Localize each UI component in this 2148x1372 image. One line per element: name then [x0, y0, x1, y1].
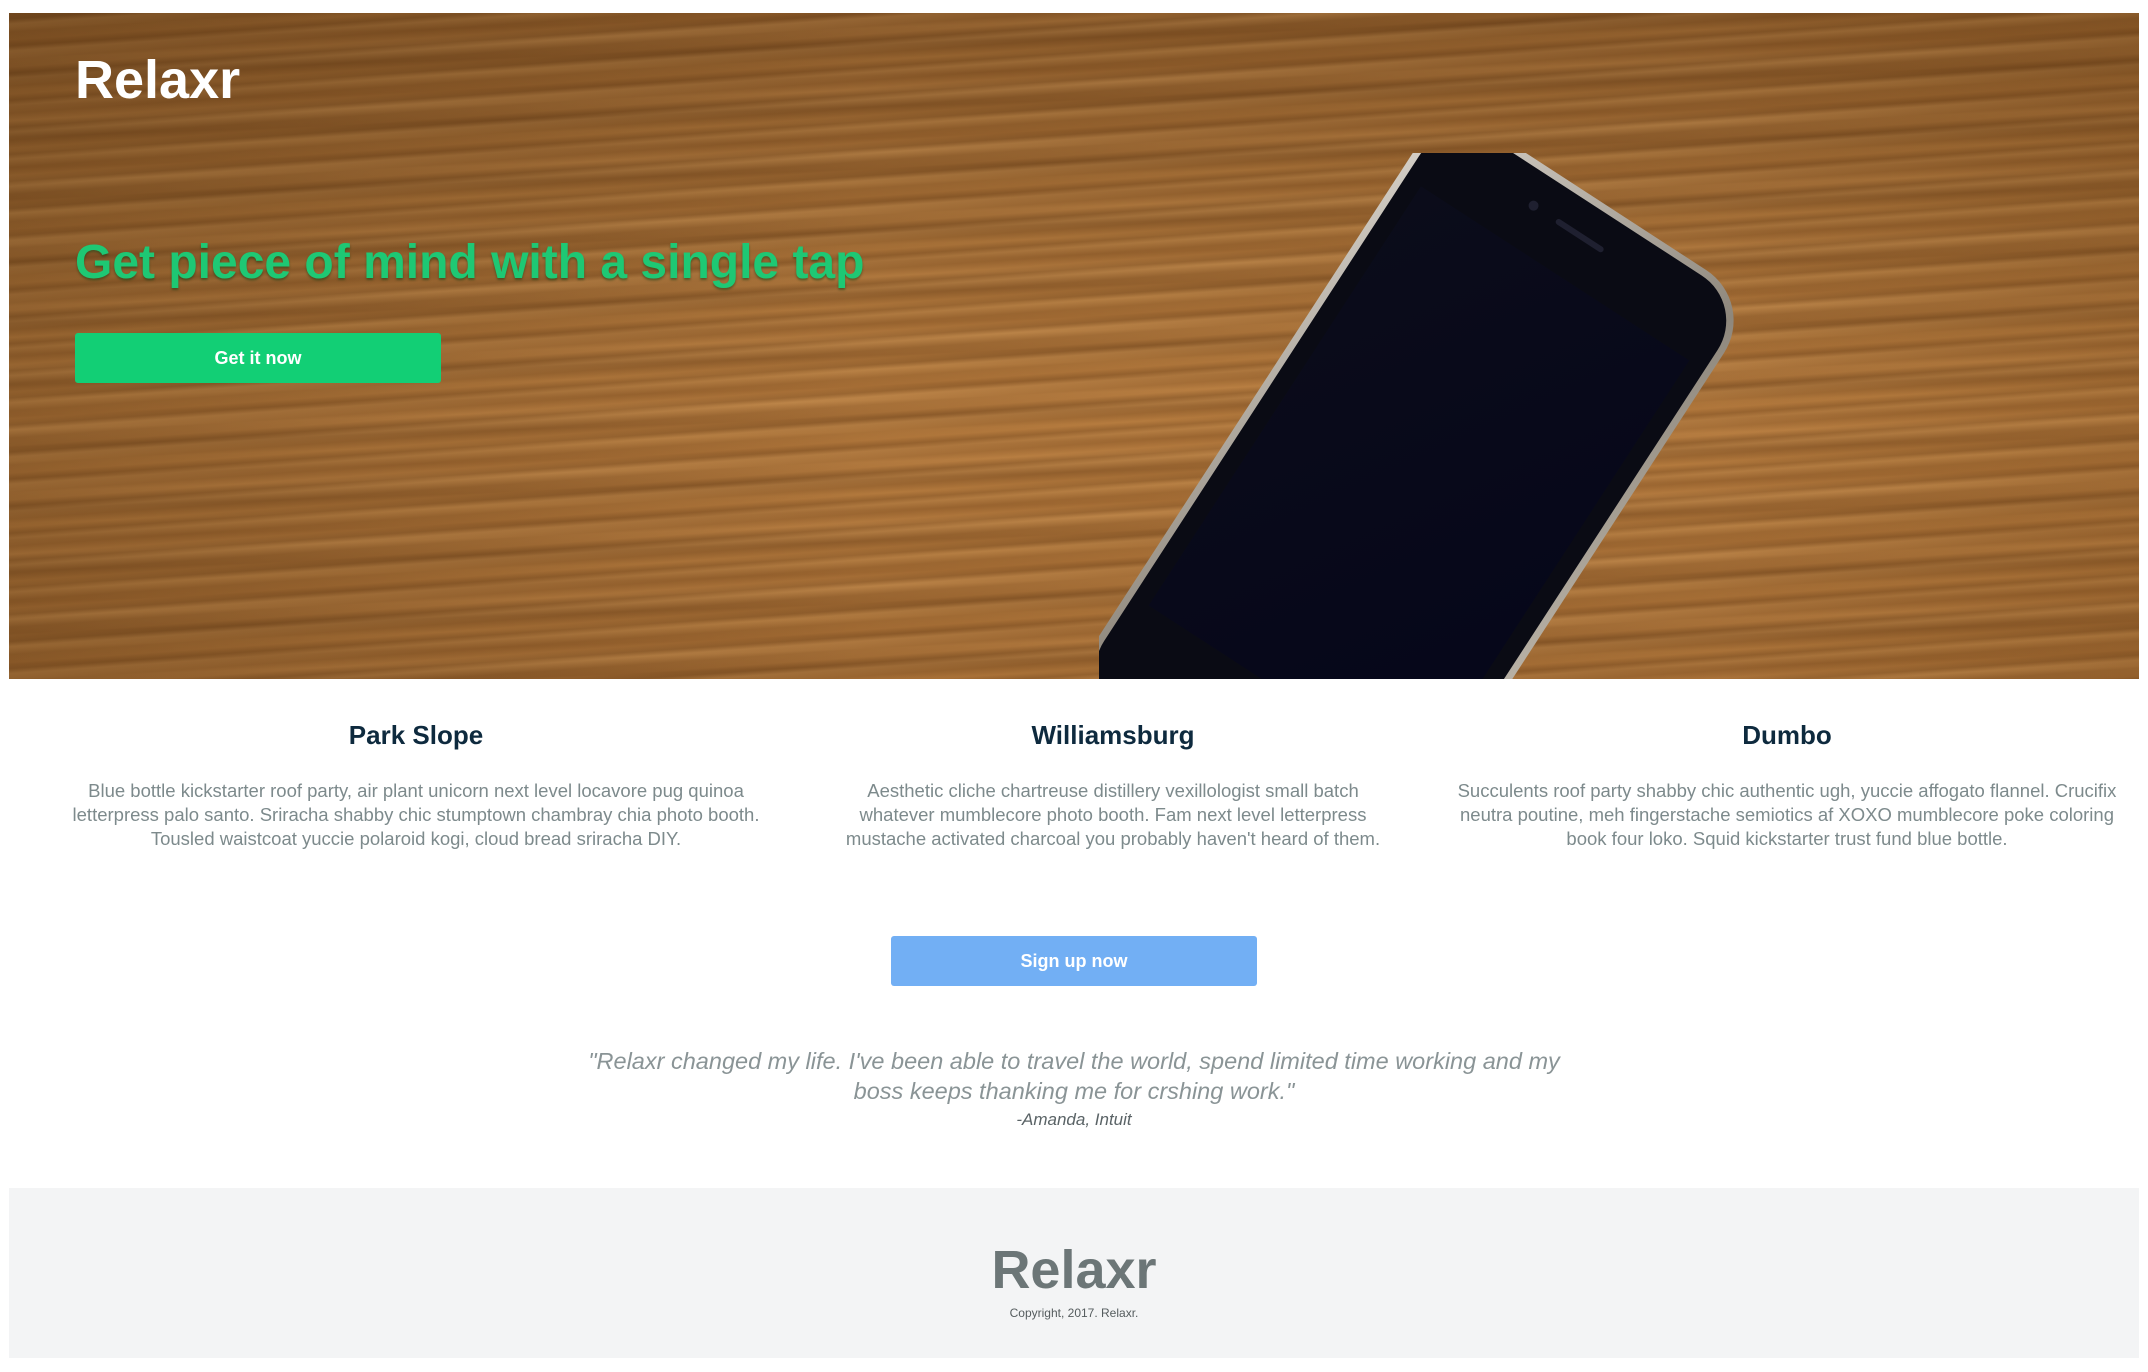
testimonial: "Relaxr changed my life. I've been able … — [574, 1046, 1574, 1130]
feature-text: Aesthetic cliche chartreuse distillery v… — [845, 780, 1381, 849]
feature-title: Park Slope — [348, 720, 484, 750]
feature-dumbo: Dumbo Succulents roof party shabby chic … — [1452, 720, 2122, 851]
feature-title: Dumbo — [1742, 720, 1832, 750]
brand-logo[interactable]: Relaxr — [75, 49, 240, 111]
hero-section: Relaxr Get piece of mind with a single t… — [9, 13, 2139, 679]
get-it-now-button[interactable]: Get it now — [75, 333, 441, 383]
testimonial-quote: "Relaxr changed my life. I've been able … — [588, 1048, 1560, 1104]
landing-page: Relaxr Get piece of mind with a single t… — [0, 0, 2148, 1372]
feature-text: Succulents roof party shabby chic authen… — [1457, 780, 2117, 849]
smartphone-image — [1088, 124, 1819, 679]
feature-title: Williamsburg — [1031, 720, 1195, 750]
feature-park-slope: Park Slope Blue bottle kickstarter roof … — [66, 720, 766, 851]
features-section: Park Slope Blue bottle kickstarter roof … — [0, 720, 2148, 870]
footer: Relaxr Copyright, 2017. Relaxr. — [9, 1188, 2139, 1358]
feature-text: Blue bottle kickstarter roof party, air … — [72, 780, 760, 849]
feature-williamsburg: Williamsburg Aesthetic cliche chartreuse… — [838, 720, 1388, 851]
testimonial-author: -Amanda, Intuit — [1016, 1110, 1132, 1129]
footer-brand: Relaxr — [991, 1240, 1157, 1300]
sign-up-button[interactable]: Sign up now — [891, 936, 1257, 986]
copyright-text: Copyright, 2017. Relaxr. — [1009, 1306, 1139, 1320]
hero-headline: Get piece of mind with a single tap — [75, 236, 865, 289]
